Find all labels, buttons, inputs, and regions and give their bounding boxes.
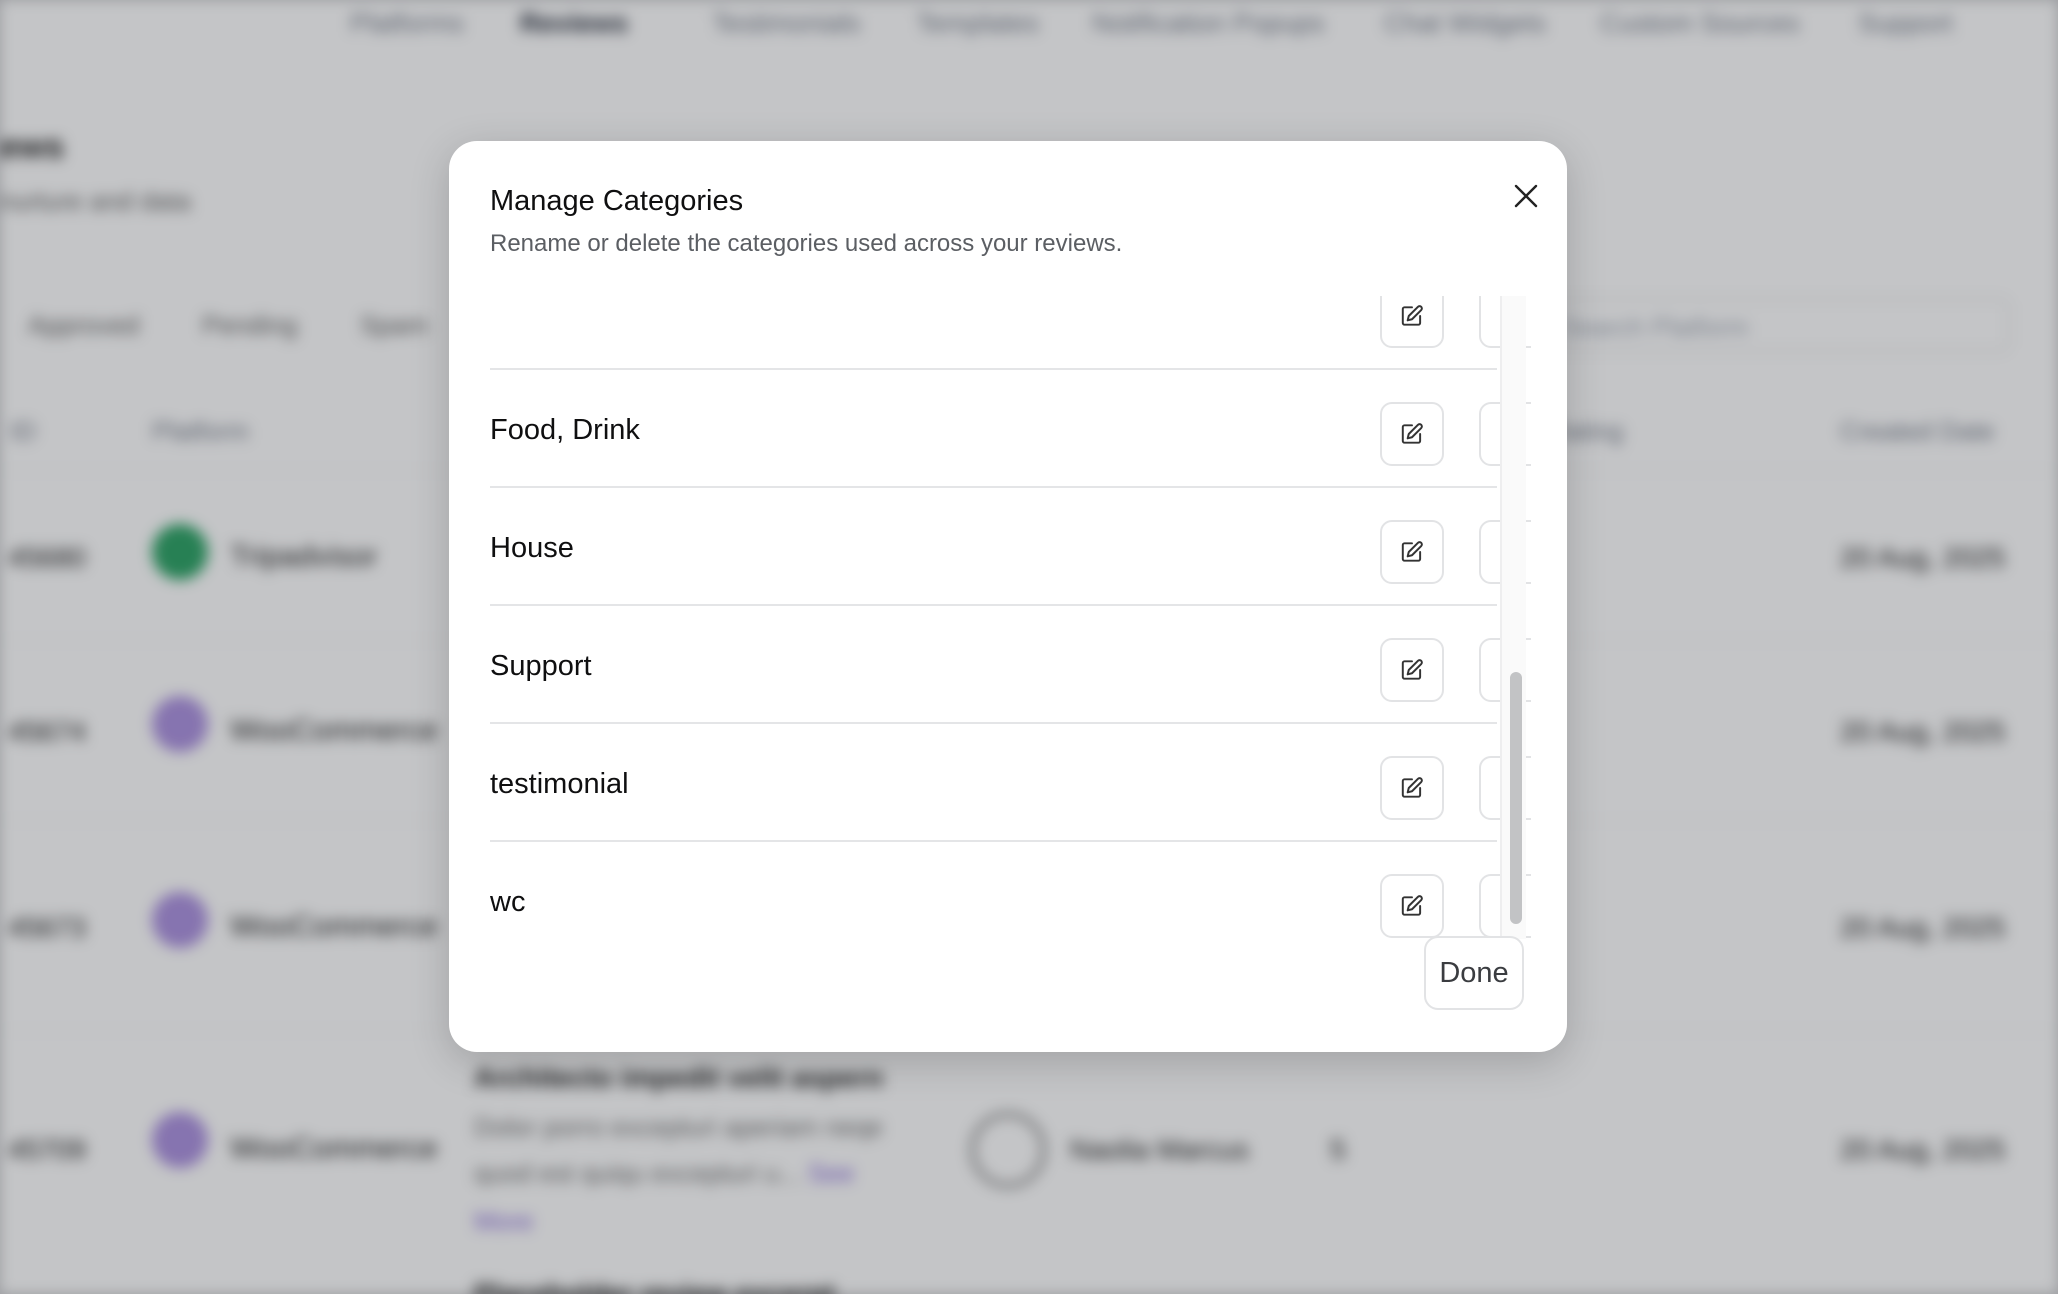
done-button[interactable]: Done xyxy=(1424,936,1524,1010)
dialog-description: Rename or delete the categories used acr… xyxy=(490,230,1123,257)
category-row: Support xyxy=(490,606,1531,724)
manage-categories-dialog: Manage Categories Rename or delete the c… xyxy=(449,141,1567,1052)
category-list-scrollbar[interactable] xyxy=(1500,296,1526,939)
edit-category-button[interactable] xyxy=(1380,638,1444,702)
edit-category-button[interactable] xyxy=(1380,296,1444,348)
category-row: House xyxy=(490,488,1531,606)
edit-icon xyxy=(1401,305,1423,326)
dialog-title: Manage Categories xyxy=(490,185,744,217)
category-name: Support xyxy=(490,650,592,682)
category-list-content: Food, Drink House Support testimonial wc xyxy=(490,296,1531,939)
edit-icon xyxy=(1401,659,1423,680)
category-list[interactable]: Food, Drink House Support testimonial wc xyxy=(490,296,1531,939)
edit-icon xyxy=(1401,895,1423,916)
category-row xyxy=(490,296,1531,370)
category-row: testimonial xyxy=(490,724,1531,842)
edit-category-button[interactable] xyxy=(1380,402,1444,466)
edit-category-button[interactable] xyxy=(1380,874,1444,938)
category-row: Food, Drink xyxy=(490,370,1531,488)
edit-icon xyxy=(1401,777,1423,798)
edit-icon xyxy=(1401,541,1423,562)
category-name: House xyxy=(490,532,574,564)
category-name: testimonial xyxy=(490,768,629,800)
close-icon xyxy=(1514,184,1538,208)
category-row: wc xyxy=(490,842,1531,939)
scrollbar-thumb[interactable] xyxy=(1510,672,1522,924)
edit-icon xyxy=(1401,423,1423,444)
category-name: Food, Drink xyxy=(490,414,640,446)
close-button[interactable] xyxy=(1501,171,1551,221)
category-name: wc xyxy=(490,886,526,918)
edit-category-button[interactable] xyxy=(1380,520,1444,584)
edit-category-button[interactable] xyxy=(1380,756,1444,820)
